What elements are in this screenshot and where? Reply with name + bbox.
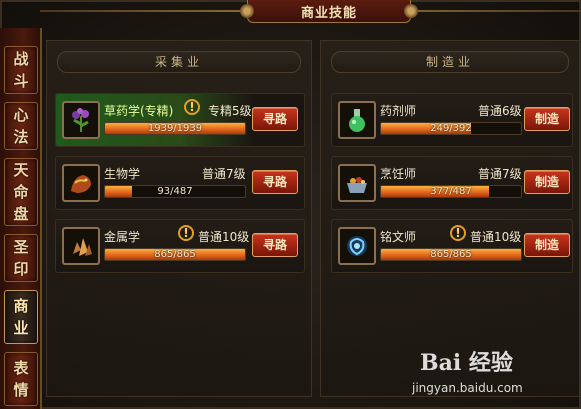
tab-char: 圣 (13, 238, 29, 256)
tab-char: 盘 (13, 205, 29, 223)
skill-level: 专精5级 (208, 104, 252, 118)
window-frame: 商业技能 战 斗 心 法 天 命 盘 圣 印 商 业 表 情 采集业 草药学(专… (0, 0, 581, 409)
tab-char: 命 (13, 183, 29, 201)
skill-card-cooking: 烹饪师 普通7级 377/487 制造 (331, 156, 573, 210)
skill-level: 普通7级 (202, 167, 246, 181)
tab-char: 斗 (13, 72, 29, 90)
progress-text: 865/865 (430, 249, 472, 260)
craft-button[interactable]: 制造 (524, 170, 570, 194)
watermark-logo: Bai 经验 (420, 350, 513, 376)
skill-level: 普通10级 (198, 230, 250, 244)
potion-icon (338, 101, 376, 139)
ore-icon (62, 227, 100, 265)
tab-char: 表 (13, 359, 29, 377)
progress-bar: 865/865 (104, 248, 246, 261)
skill-level: 普通10级 (470, 230, 522, 244)
pathfind-button[interactable]: 寻路 (252, 107, 298, 131)
progress-bar: 1939/1939 (104, 122, 246, 135)
skill-name: 生物学 (104, 167, 141, 181)
tab-combat[interactable]: 战 斗 (4, 46, 38, 94)
gathering-header: 采集业 (57, 51, 301, 73)
crafting-header: 制造业 (331, 51, 569, 73)
skill-name: 药剂师 (380, 104, 417, 118)
progress-bar: 249/392 (380, 122, 522, 135)
tab-strip: 战 斗 心 法 天 命 盘 圣 印 商 业 表 情 (0, 28, 42, 409)
tab-char: 业 (13, 319, 29, 337)
skill-card-inscription: 铭文师 ! 普通10级 865/865 制造 (331, 219, 573, 273)
window-title: 商业技能 (240, 0, 418, 23)
tab-emote[interactable]: 表 情 (4, 352, 38, 406)
herb-icon (62, 101, 100, 139)
tab-mind[interactable]: 心 法 (4, 102, 38, 150)
pathfind-button[interactable]: 寻路 (252, 170, 298, 194)
progress-text: 865/865 (154, 249, 196, 260)
pathfind-button[interactable]: 寻路 (252, 233, 298, 257)
tab-char: 法 (13, 128, 29, 146)
tab-seal[interactable]: 圣 印 (4, 234, 38, 282)
progress-text: 93/487 (157, 186, 193, 197)
progress-text: 249/392 (430, 123, 472, 134)
tab-char: 战 (13, 50, 29, 68)
tab-char: 天 (13, 161, 29, 179)
gathering-panel: 采集业 草药学(专精) ! 专精5级 1939/1939 寻路 生物学 普通7级… (46, 40, 312, 397)
progress-text: 377/487 (430, 186, 472, 197)
warning-icon[interactable]: ! (184, 99, 200, 115)
skill-card-alchemy: 药剂师 普通6级 249/392 制造 (331, 93, 573, 147)
watermark-url: jingyan.baidu.com (412, 381, 523, 395)
tab-char: 商 (13, 297, 29, 315)
warning-icon[interactable]: ! (178, 225, 194, 241)
skill-name: 烹饪师 (380, 167, 417, 181)
skill-card-metallurgy: 金属学 ! 普通10级 865/865 寻路 (55, 219, 305, 273)
crafting-panel: 制造业 药剂师 普通6级 249/392 制造 烹饪师 普通7级 377/487 (320, 40, 580, 397)
tab-char: 心 (13, 106, 29, 124)
skill-level: 普通6级 (478, 104, 522, 118)
warning-icon[interactable]: ! (450, 225, 466, 241)
skill-name: 金属学 (104, 230, 141, 244)
progress-bar: 865/865 (380, 248, 522, 261)
watermark: Bai 经验 jingyan.baidu.com (408, 345, 578, 405)
rune-icon (338, 227, 376, 265)
progress-bar: 93/487 (104, 185, 246, 198)
tab-commerce[interactable]: 商 业 (4, 290, 38, 344)
beast-icon (62, 164, 100, 202)
tab-destiny[interactable]: 天 命 盘 (4, 158, 38, 226)
cooking-icon (338, 164, 376, 202)
skill-name: 铭文师 (380, 230, 417, 244)
skill-card-herbalism: 草药学(专精) ! 专精5级 1939/1939 寻路 (55, 93, 305, 147)
skill-level: 普通7级 (478, 167, 522, 181)
skill-name: 草药学(专精) (104, 104, 174, 118)
skill-card-biology: 生物学 普通7级 93/487 寻路 (55, 156, 305, 210)
progress-text: 1939/1939 (147, 123, 203, 134)
tab-char: 印 (13, 260, 29, 278)
craft-button[interactable]: 制造 (524, 107, 570, 131)
progress-bar: 377/487 (380, 185, 522, 198)
craft-button[interactable]: 制造 (524, 233, 570, 257)
tab-char: 情 (13, 381, 29, 399)
